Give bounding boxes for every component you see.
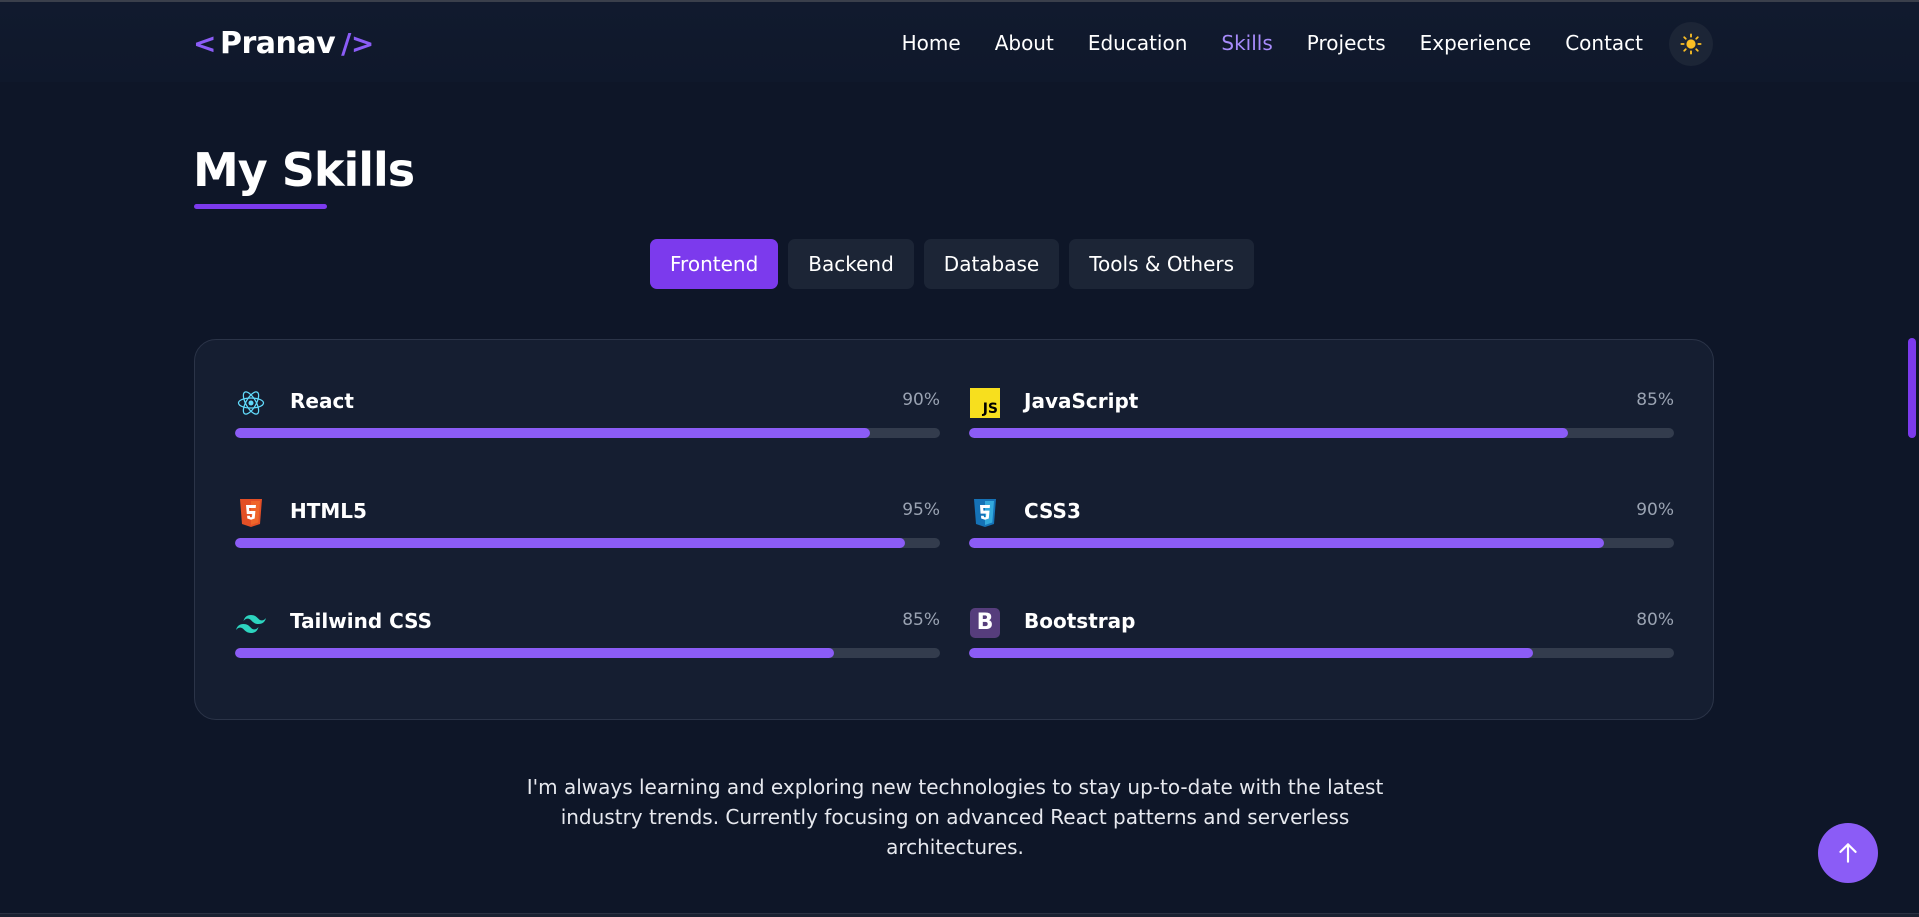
skill-progress-track [235, 648, 940, 658]
javascript-icon: JS [969, 387, 1001, 419]
sun-icon [1680, 33, 1702, 55]
skill-progress-fill [235, 648, 835, 658]
skill-progress-track [969, 428, 1674, 438]
window-bottom-border [0, 913, 1919, 917]
skill-percent: 85% [902, 610, 940, 630]
skill-name: HTML5 [290, 499, 367, 523]
back-to-top-button[interactable] [1818, 823, 1878, 883]
skill-percent: 95% [902, 500, 940, 520]
main-nav: Home About Education Skills Projects Exp… [885, 21, 1660, 65]
logo-name: Pranav [219, 25, 336, 61]
skill-name: Tailwind CSS [290, 609, 433, 633]
skills-card: React 90% JS JavaScript 85% HTML5 95% CS… [194, 339, 1714, 720]
tab-tools-others[interactable]: Tools & Others [1069, 239, 1255, 289]
skill-progress-track [969, 648, 1674, 658]
nav-experience[interactable]: Experience [1403, 21, 1549, 65]
skill-item: JS JavaScript 85% [969, 385, 1674, 445]
nav-education[interactable]: Education [1071, 21, 1205, 65]
skill-progress-fill [235, 538, 905, 548]
tab-frontend[interactable]: Frontend [650, 239, 779, 289]
skill-name: CSS3 [1024, 499, 1081, 523]
skill-progress-fill [235, 428, 870, 438]
skill-percent: 90% [902, 390, 940, 410]
skill-name: React [290, 389, 354, 413]
skill-percent: 80% [1636, 610, 1674, 630]
theme-toggle-button[interactable] [1669, 22, 1713, 66]
title-underline [194, 204, 327, 209]
skill-progress-track [235, 428, 940, 438]
skill-item: CSS3 90% [969, 495, 1674, 555]
skill-progress-fill [969, 538, 1604, 548]
nav-contact[interactable]: Contact [1548, 21, 1660, 65]
section-title: My Skills [193, 143, 415, 197]
site-header: < Pranav /> Home About Education Skills … [0, 2, 1919, 82]
scrollbar-thumb[interactable] [1908, 338, 1916, 438]
skill-category-tabs: Frontend Backend Database Tools & Others [650, 239, 1255, 289]
react-icon [235, 387, 267, 419]
nav-about[interactable]: About [978, 21, 1071, 65]
skill-item: Tailwind CSS 85% [235, 605, 940, 665]
skill-item: B Bootstrap 80% [969, 605, 1674, 665]
nav-home[interactable]: Home [885, 21, 978, 65]
logo[interactable]: < Pranav /> [193, 23, 374, 63]
skill-progress-fill [969, 428, 1569, 438]
skill-percent: 90% [1636, 500, 1674, 520]
logo-close-bracket: /> [341, 26, 374, 60]
skill-percent: 85% [1636, 390, 1674, 410]
bootstrap-icon: B [969, 607, 1001, 639]
skill-progress-track [235, 538, 940, 548]
skill-name: JavaScript [1024, 389, 1139, 413]
html5-icon [235, 497, 267, 529]
arrow-up-icon [1839, 843, 1857, 863]
nav-projects[interactable]: Projects [1290, 21, 1403, 65]
tab-database[interactable]: Database [923, 239, 1060, 289]
logo-open-bracket: < [193, 26, 216, 60]
skill-item: HTML5 95% [235, 495, 940, 555]
css3-icon [969, 497, 1001, 529]
skill-item: React 90% [235, 385, 940, 445]
skill-name: Bootstrap [1024, 609, 1136, 633]
learning-note: I'm always learning and exploring new te… [526, 775, 1384, 859]
tab-backend[interactable]: Backend [788, 239, 914, 289]
tailwind-icon [235, 607, 267, 639]
skill-progress-track [969, 538, 1674, 548]
skill-progress-fill [969, 648, 1533, 658]
nav-skills[interactable]: Skills [1204, 21, 1289, 65]
